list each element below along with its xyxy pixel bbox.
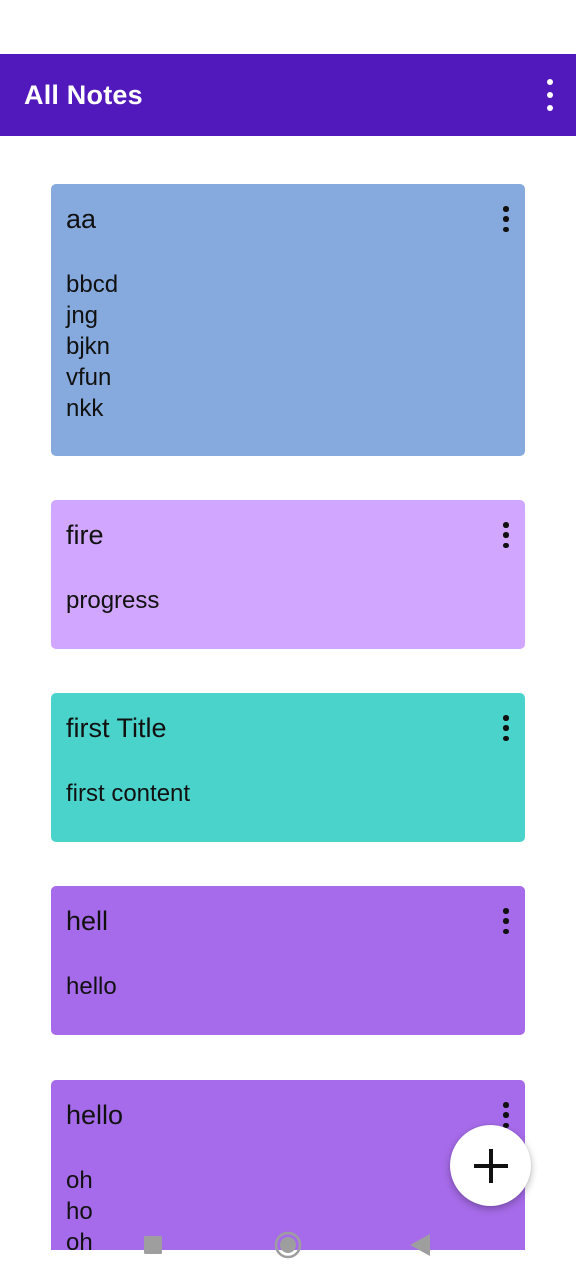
dot	[503, 918, 509, 924]
note-title: hell	[66, 906, 109, 936]
note-card[interactable]: first Title first content	[51, 693, 525, 842]
dot	[503, 542, 509, 548]
note-content: progress	[66, 587, 160, 614]
note-menu-icon[interactable]	[501, 908, 511, 934]
note-title: first Title	[66, 713, 167, 743]
circle-icon	[274, 1231, 302, 1259]
dot	[503, 928, 509, 934]
note-card[interactable]: aa bbcd jng bjkn vfun nkk	[51, 184, 525, 456]
app-bar: All Notes	[0, 54, 576, 136]
dot	[503, 1102, 509, 1108]
note-content: bbcd jng bjkn vfun nkk	[66, 271, 119, 422]
triangle-back-icon	[410, 1234, 430, 1256]
note-menu-icon[interactable]	[501, 715, 511, 741]
notes-list[interactable]: aa bbcd jng bjkn vfun nkk fire progress …	[0, 136, 576, 1250]
dot	[503, 908, 509, 914]
dot	[503, 216, 509, 222]
note-card[interactable]: hell hello	[51, 886, 525, 1035]
status-bar	[0, 0, 576, 54]
home-button[interactable]	[274, 1231, 302, 1259]
dot	[503, 735, 509, 741]
system-nav-bar	[0, 1231, 576, 1280]
dot	[503, 522, 509, 528]
back-button[interactable]	[410, 1234, 430, 1256]
note-menu-icon[interactable]	[501, 522, 511, 548]
plus-icon	[473, 1148, 508, 1183]
recents-button[interactable]	[144, 1236, 162, 1254]
note-title: hello	[66, 1100, 124, 1130]
dot	[547, 79, 553, 85]
note-title: aa	[66, 204, 97, 234]
dot	[547, 105, 553, 111]
square-icon	[144, 1236, 162, 1254]
note-content: hello	[66, 973, 117, 1000]
more-vert-icon[interactable]	[542, 79, 558, 111]
dot	[503, 532, 509, 538]
dot	[547, 92, 553, 98]
note-title: fire	[66, 520, 104, 550]
dot	[503, 206, 509, 212]
note-menu-icon[interactable]	[501, 1102, 511, 1128]
dot	[503, 725, 509, 731]
app-title: All Notes	[24, 79, 143, 110]
dot	[503, 226, 509, 232]
note-content: first content	[66, 780, 191, 807]
dot	[503, 1112, 509, 1118]
dot	[503, 715, 509, 721]
note-card[interactable]: fire progress	[51, 500, 525, 649]
add-note-button[interactable]	[450, 1125, 531, 1206]
note-menu-icon[interactable]	[501, 206, 511, 232]
